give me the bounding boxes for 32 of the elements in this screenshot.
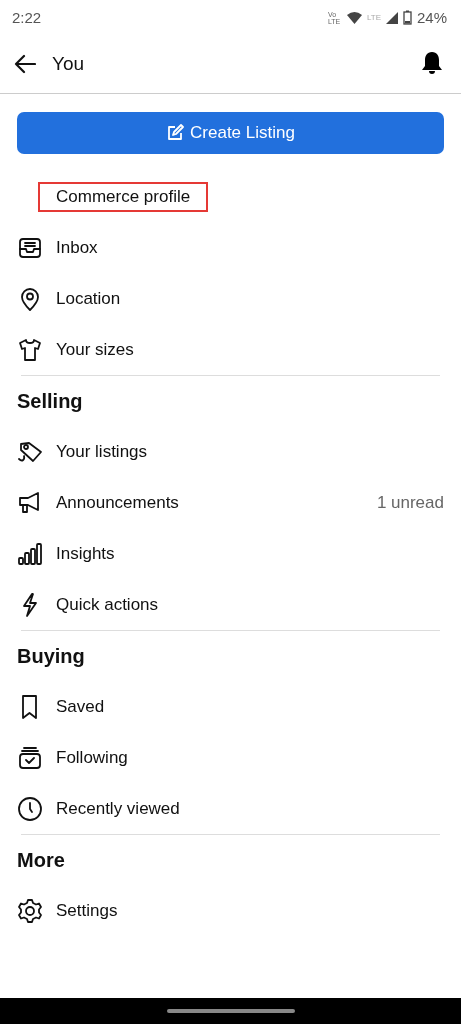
- menu-item[interactable]: Announcements: [56, 492, 179, 513]
- battery-icon: [402, 10, 412, 25]
- menu-item[interactable]: Recently viewed: [56, 798, 180, 819]
- checked-card-stack-icon: [17, 744, 43, 771]
- menu-item[interactable]: Location: [56, 288, 121, 309]
- unread-count: 1 unread: [376, 492, 444, 513]
- wifi-icon: [346, 11, 362, 24]
- menu-item[interactable]: Your listings: [56, 441, 148, 462]
- menu-item[interactable]: Inbox: [56, 237, 98, 258]
- menu-item[interactable]: Your sizes: [56, 339, 134, 360]
- section-heading: More: [16, 847, 66, 873]
- section-heading: Selling: [16, 388, 84, 414]
- clock-time: 2:22: [12, 9, 42, 26]
- clock-icon: [17, 795, 43, 822]
- signal-icon: [385, 11, 398, 24]
- battery-percentage: 24%: [416, 9, 447, 26]
- menu-item[interactable]: Insights: [56, 543, 115, 564]
- menu-item[interactable]: Following: [56, 747, 128, 768]
- menu-item[interactable]: Quick actions: [56, 594, 159, 615]
- section-heading: Buying: [16, 643, 86, 669]
- back-arrow-icon[interactable]: [14, 54, 36, 74]
- page-title: You: [52, 53, 85, 75]
- menu-item[interactable]: Commerce profile: [38, 181, 209, 212]
- home-handle[interactable]: [166, 1009, 295, 1013]
- settings-icon: [17, 897, 43, 924]
- menu-item[interactable]: Saved: [56, 696, 105, 717]
- menu-item[interactable]: Settings: [56, 900, 118, 921]
- create-listing-button[interactable]: Create Listing: [17, 112, 444, 154]
- edit-icon: [166, 124, 185, 142]
- bar-chart-icon: [17, 540, 43, 567]
- t-shirt-icon: [17, 336, 43, 363]
- network-label: LTE: [366, 13, 381, 22]
